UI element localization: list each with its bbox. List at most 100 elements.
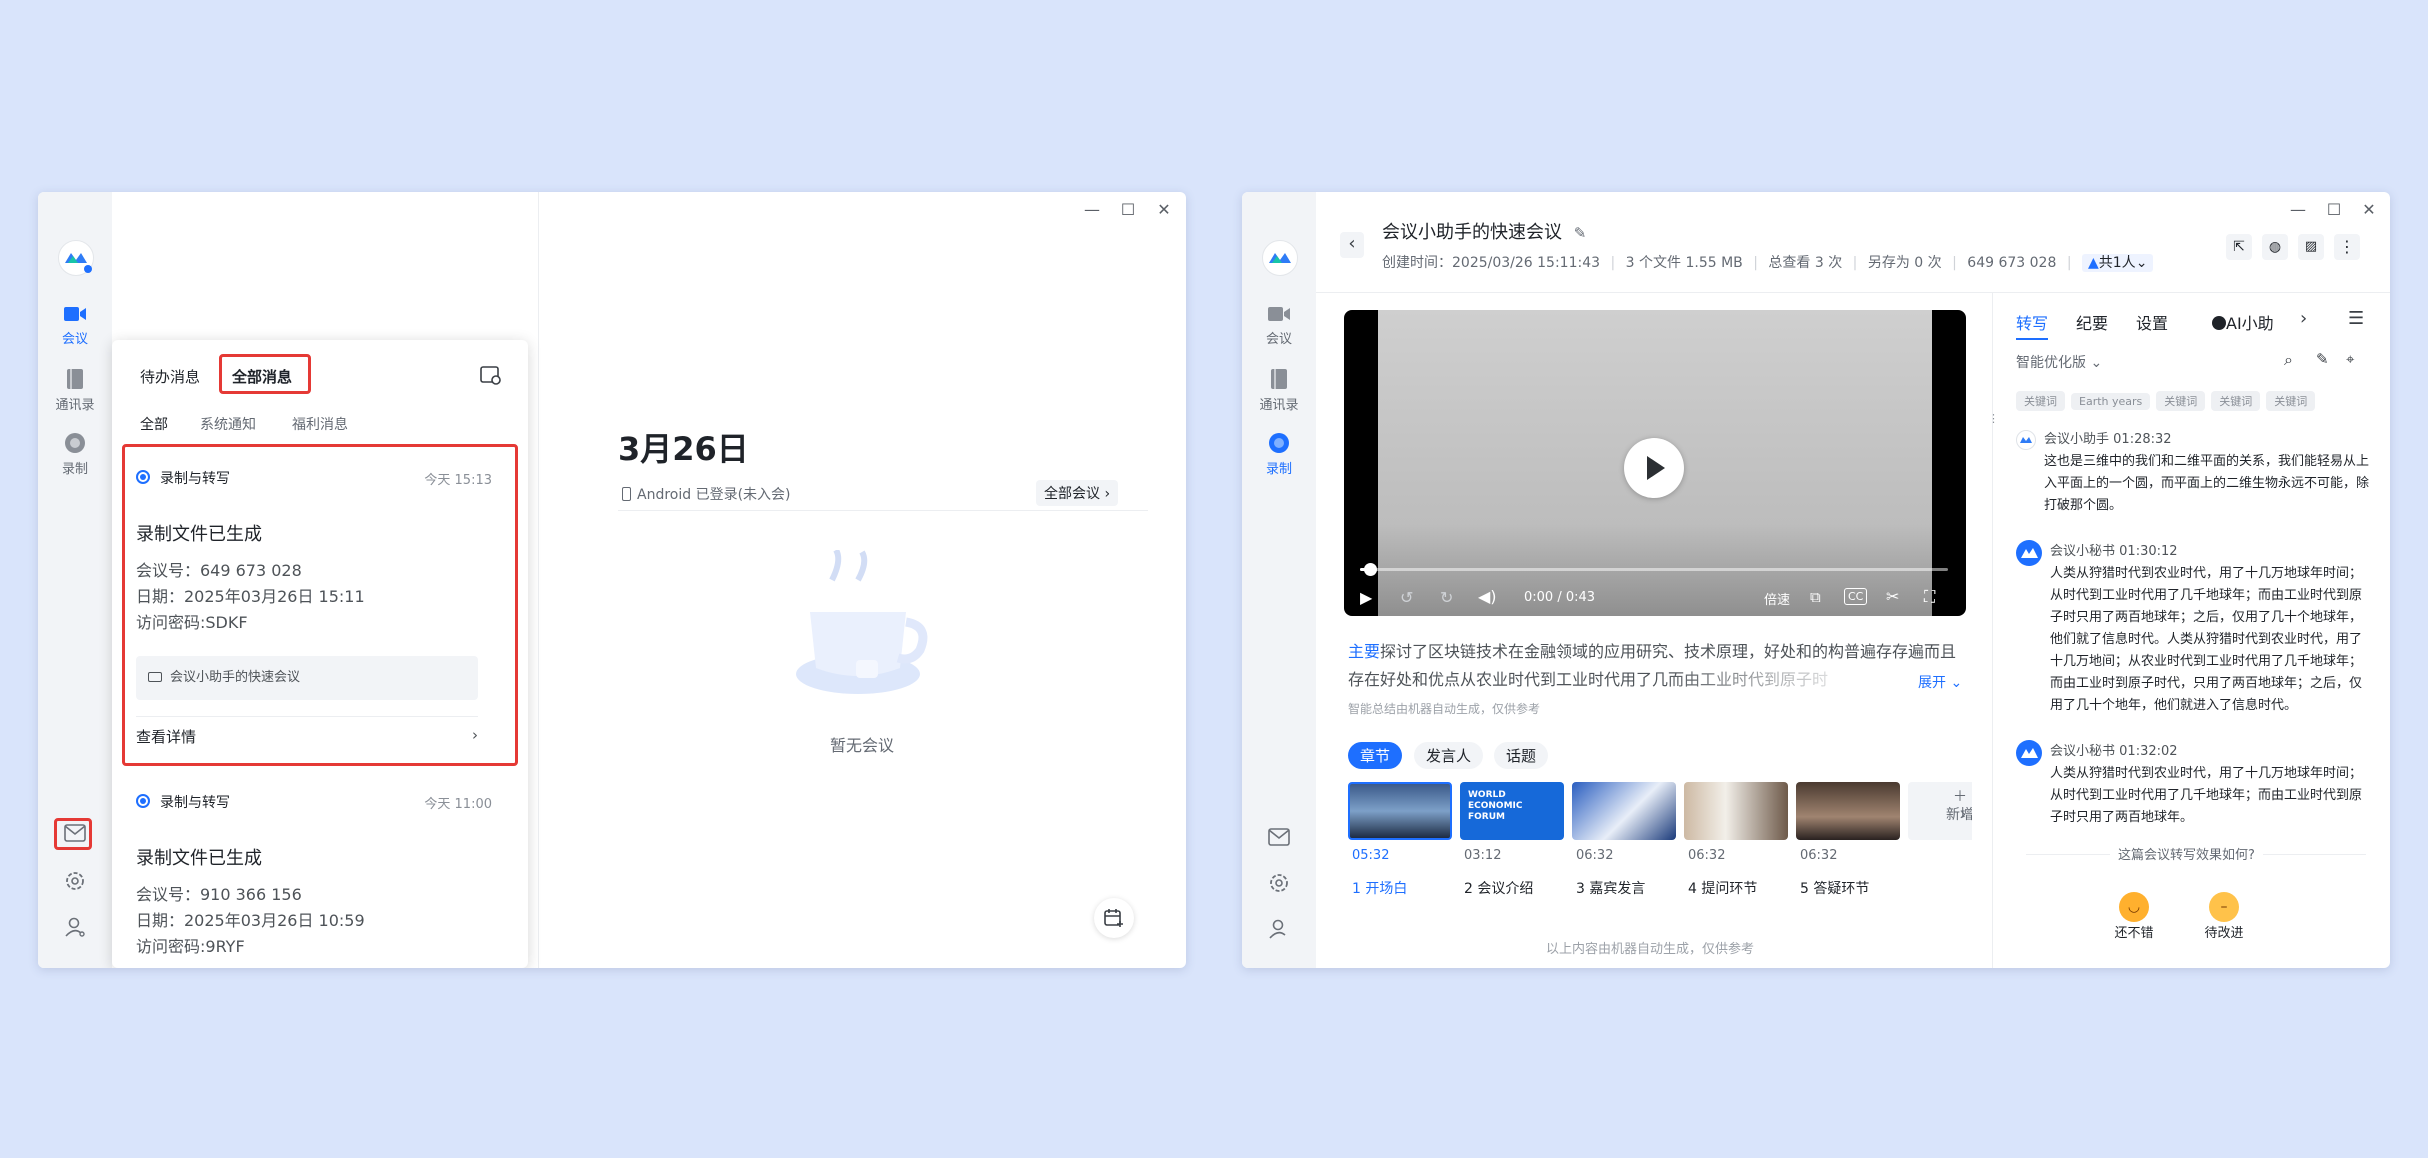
rail-record-label: 录制 — [1265, 462, 1292, 477]
speaker-time[interactable]: 01:32:02 — [2119, 744, 2177, 759]
minimize-button[interactable]: — — [1081, 200, 1103, 219]
edit-icon[interactable]: ✎ — [2316, 350, 2329, 368]
keyword-chip[interactable]: 关键词 — [2211, 391, 2261, 411]
chapter-thumbnail[interactable] — [1572, 782, 1676, 840]
tab-todo[interactable]: 待办消息 — [140, 366, 200, 387]
transcript-entry: 会议小秘书 01:32:02 人类从狩猎时代到农业时代，用了十几万地球年时间；从… — [2016, 740, 2372, 829]
search-icon[interactable]: ⌕ — [2284, 350, 2293, 370]
message-title: 录制文件已生成 — [136, 524, 262, 545]
message-card[interactable]: 录制与转写 今天 11:00 录制文件已生成 会议号：910 366 156 日… — [128, 772, 512, 968]
feedback-bad-button[interactable]: – 待改进 — [2194, 892, 2254, 941]
happy-face-icon: ◡ — [2119, 892, 2149, 922]
gear-icon[interactable] — [64, 870, 86, 892]
panel-tabs-scroll-right[interactable]: › — [2300, 308, 2307, 329]
control-play-icon[interactable]: ▶ — [1360, 588, 1372, 607]
chapter-scroll-right[interactable]: › — [1960, 804, 1966, 823]
chapter-label[interactable]: 4 提问环节 — [1688, 878, 1757, 898]
user-settings-icon[interactable] — [64, 916, 86, 938]
globe-icon[interactable]: ◍ — [2262, 234, 2288, 260]
mail-icon[interactable] — [1268, 828, 1290, 846]
video-progress-track[interactable] — [1360, 563, 1948, 576]
panel-drag-handle[interactable]: ⋮ — [1988, 412, 1999, 425]
feedback-good-button[interactable]: ◡ 还不错 — [2104, 892, 2164, 941]
chapter-label[interactable]: 3 嘉宾发言 — [1576, 878, 1645, 898]
tab-all-messages[interactable]: 全部消息 — [232, 366, 292, 387]
message-body: 会议号：910 366 156 日期：2025年03月26日 10:59 访问密… — [136, 882, 365, 960]
rail-item-meeting[interactable]: 会议 — [38, 304, 112, 347]
chapter-label[interactable]: 2 会议介绍 — [1464, 878, 1533, 898]
edit-pencil-icon[interactable]: ✎ — [1574, 224, 1587, 242]
message-card[interactable]: 录制与转写 今天 15:13 录制文件已生成 会议号：649 673 028 日… — [128, 448, 512, 756]
minimize-button[interactable]: — — [2287, 200, 2309, 219]
panel-tab-transcript[interactable]: 转写 — [2016, 310, 2049, 340]
panel-tab-settings[interactable]: 设置 — [2136, 310, 2168, 334]
tab-topics[interactable]: 话题 — [1494, 742, 1549, 769]
back-button[interactable]: ‹ — [1340, 232, 1364, 258]
gear-icon[interactable] — [1268, 872, 1290, 894]
close-button[interactable]: ✕ — [2358, 200, 2380, 219]
keyword-chip[interactable]: 关键词 — [2016, 391, 2065, 411]
mail-icon[interactable] — [64, 824, 86, 842]
version-dropdown[interactable]: 智能优化版 ⌄ — [2016, 352, 2102, 372]
rail-meeting-label: 会议 — [61, 332, 88, 347]
caption-icon[interactable]: CC — [1844, 588, 1868, 605]
maximize-button[interactable]: ☐ — [1117, 200, 1139, 219]
chapter-label[interactable]: 5 答疑环节 — [1800, 878, 1869, 898]
video-progress-knob[interactable] — [1363, 563, 1377, 576]
expand-link[interactable]: 展开 ⌄ — [1918, 672, 1962, 692]
user-settings-icon[interactable] — [1268, 918, 1290, 940]
panel-tab-ai[interactable]: AI小助 — [2212, 310, 2292, 334]
all-meetings-button[interactable]: 全部会议 › — [1036, 480, 1119, 506]
keyword-chip[interactable]: 关键词 — [2266, 391, 2316, 411]
share-icon[interactable]: ⇱ — [2226, 234, 2252, 260]
locate-icon[interactable]: ⌖ — [2346, 350, 2354, 368]
rail-item-record[interactable]: 录制 — [38, 432, 112, 477]
panel-divider — [1992, 292, 1993, 968]
panel-tab-minutes[interactable]: 纪要 — [2076, 310, 2108, 334]
fullscreen-icon[interactable]: ⛶ — [1924, 587, 1935, 607]
speaker-name: 会议小秘书 — [2050, 744, 2116, 759]
message-attachment[interactable]: 会议小助手的快速会议 — [136, 656, 478, 700]
collapse-panel-icon[interactable]: ☰ — [2348, 308, 2364, 329]
play-button[interactable] — [1624, 438, 1684, 498]
subtab-system[interactable]: 系统通知 — [200, 414, 256, 434]
video-player[interactable]: ▶ ↺ ↻ ◀) 0:00 / 0:43 倍速 ⧉ CC ✂ ⛶ — [1344, 310, 1966, 616]
keyword-chip[interactable]: 关键词 — [2156, 391, 2206, 411]
speaker-time[interactable]: 01:30:12 — [2119, 544, 2177, 559]
message-meeting-id: 会议号：910 366 156 — [136, 885, 302, 904]
rail-item-contacts[interactable]: 通讯录 — [38, 368, 112, 413]
message-settings-icon[interactable] — [480, 364, 502, 386]
app-avatar[interactable] — [1262, 240, 1298, 276]
tab-chapters[interactable]: 章节 — [1348, 742, 1403, 769]
maximize-button[interactable]: ☐ — [2323, 200, 2345, 219]
subtab-all[interactable]: 全部 — [140, 414, 168, 434]
participants-dropdown[interactable]: ▲共1人⌄ — [2081, 254, 2154, 272]
thumbnail-text: WORLD — [1468, 790, 1506, 800]
subtab-welfare[interactable]: 福利消息 — [292, 414, 348, 434]
schedule-fab[interactable] — [1094, 898, 1134, 938]
rail-item-record[interactable]: 录制 — [1242, 432, 1316, 477]
picture-in-picture-icon[interactable]: ⧉ — [1810, 588, 1821, 606]
forward-icon[interactable]: ↻ — [1440, 588, 1453, 607]
chapter-label[interactable]: 1 开场白 — [1352, 878, 1407, 898]
clip-scissors-icon[interactable]: ✂ — [1886, 587, 1899, 606]
chapter-thumbnail[interactable]: WORLD ECONOMIC FORUM — [1460, 782, 1564, 840]
rail-item-meeting[interactable]: 会议 — [1242, 304, 1316, 347]
app-avatar[interactable] — [58, 240, 94, 276]
keyword-chip[interactable]: Earth years — [2071, 393, 2151, 410]
close-button[interactable]: ✕ — [1153, 200, 1175, 219]
rail-item-contacts[interactable]: 通讯录 — [1242, 368, 1316, 413]
translate-icon[interactable]: ▨ — [2298, 234, 2324, 260]
chapter-thumbnail[interactable] — [1684, 782, 1788, 840]
rewind-icon[interactable]: ↺ — [1400, 588, 1413, 607]
more-menu-icon[interactable]: ⋮ — [2334, 234, 2360, 260]
transcript-entry: 会议小助手 01:28:32 这也是三维中的我们和二维平面的关系，我们能轻易从上… — [2016, 428, 2372, 517]
chapter-thumbnail[interactable] — [1796, 782, 1900, 840]
volume-icon[interactable]: ◀) — [1478, 587, 1497, 606]
view-detail-link[interactable]: 查看详情 › — [136, 726, 478, 747]
speaker-time[interactable]: 01:28:32 — [2113, 432, 2171, 447]
chapter-thumbnail[interactable] — [1348, 782, 1452, 840]
thumbnail-text: ECONOMIC — [1468, 801, 1523, 811]
speed-button[interactable]: 倍速 — [1764, 589, 1790, 608]
tab-speakers[interactable]: 发言人 — [1414, 742, 1484, 769]
